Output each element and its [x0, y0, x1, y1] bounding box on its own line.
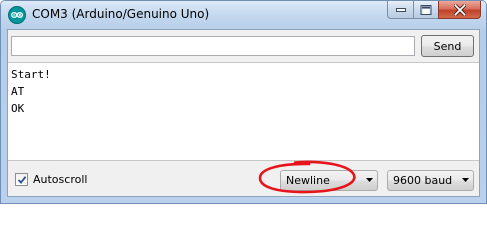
window-controls — [387, 1, 481, 20]
send-button[interactable]: Send — [421, 35, 474, 57]
chevron-down-icon — [462, 178, 469, 182]
chevron-down-icon — [366, 178, 373, 182]
baud-rate-value: 9600 baud — [393, 174, 453, 187]
minimize-button[interactable] — [387, 1, 413, 19]
close-icon — [453, 4, 466, 15]
window-title: COM3 (Arduino/Genuino Uno) — [32, 7, 210, 21]
serial-output[interactable]: Start! AT OK — [8, 62, 479, 161]
maximize-button[interactable] — [413, 1, 438, 19]
maximize-icon — [420, 4, 432, 15]
close-button[interactable] — [438, 1, 481, 19]
autoscroll-checkbox[interactable] — [15, 173, 28, 186]
autoscroll-toggle[interactable]: Autoscroll — [15, 173, 87, 186]
output-line: AT — [11, 85, 25, 98]
send-input[interactable] — [11, 36, 415, 56]
title-bar[interactable]: COM3 (Arduino/Genuino Uno) — [1, 1, 486, 29]
autoscroll-label: Autoscroll — [33, 173, 88, 186]
serial-monitor-body: Send Start! AT OK Autoscroll Newline 960… — [7, 29, 480, 197]
output-line: OK — [11, 102, 25, 115]
minimize-icon — [395, 7, 406, 12]
line-ending-select[interactable]: Newline — [280, 170, 378, 191]
line-ending-value: Newline — [286, 174, 330, 187]
output-line: Start! — [11, 68, 51, 81]
serial-monitor-window: COM3 (Arduino/Genuino Uno) Send Start! A… — [0, 0, 487, 204]
baud-rate-select[interactable]: 9600 baud — [387, 170, 474, 191]
status-bar: Autoscroll Newline 9600 baud — [8, 164, 479, 196]
checkmark-icon — [17, 176, 27, 184]
arduino-logo-icon — [8, 6, 26, 24]
